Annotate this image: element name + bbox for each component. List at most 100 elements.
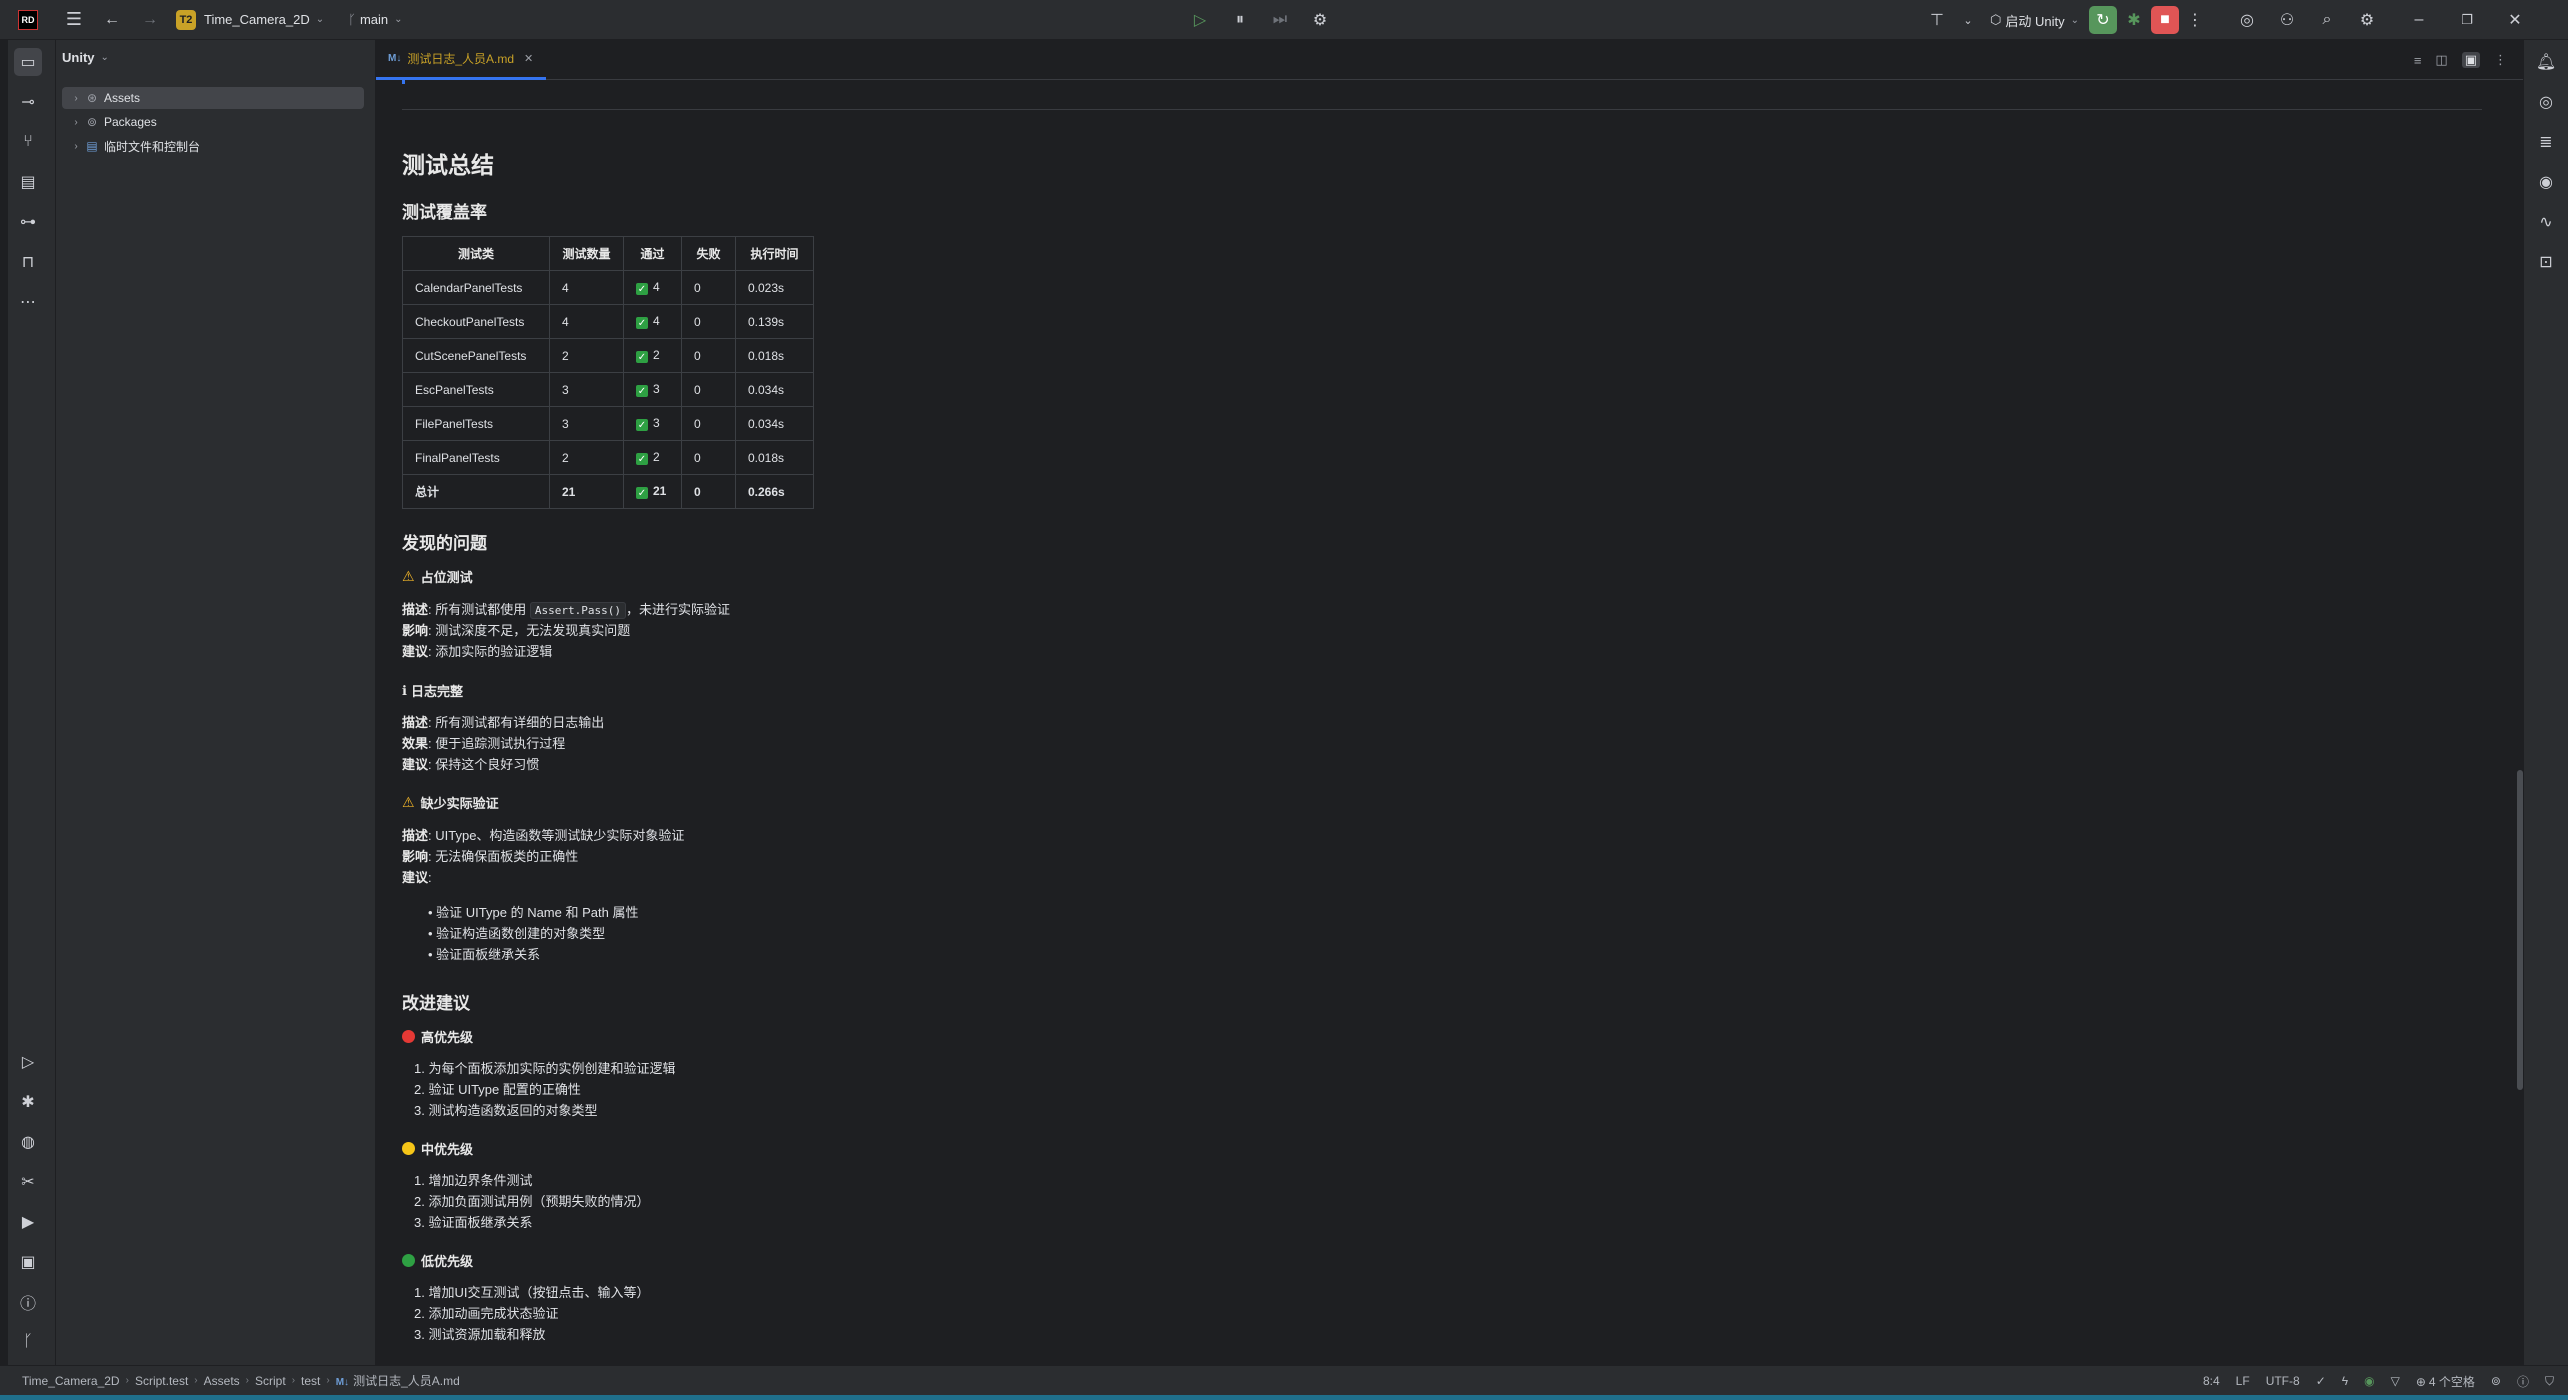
inspections-check-icon[interactable]: ✓ — [2316, 1374, 2326, 1388]
cut-off-previous-section — [402, 80, 2482, 110]
line-separator[interactable]: LF — [2236, 1374, 2250, 1388]
project-panel: Unity ⌄ › ⊛ Assets › ⊚ Packages › ▤ 临时文件… — [56, 40, 376, 1365]
stop-icon[interactable]: ■ — [2150, 6, 2179, 34]
pause-icon[interactable]: ⏸ — [1220, 0, 1260, 40]
breadcrumb-file[interactable]: M↓ 测试日志_人员A.md — [336, 1372, 460, 1389]
text: : 所有测试都有详细的日志输出 — [428, 715, 605, 730]
table-row: CutScenePanelTests 2 ✓ 2 0 0.018s — [402, 338, 814, 373]
table-cell: 0.018s — [735, 338, 814, 373]
tab-close-icon[interactable]: ✕ — [524, 52, 533, 65]
ai-assistant-icon[interactable]: ◎ — [2227, 0, 2267, 40]
issue-line: 描述: UIType、构造函数等测试缺少实际对象验证 — [402, 825, 684, 846]
file-encoding[interactable]: UTF-8 — [2266, 1374, 2300, 1388]
split-view-icon[interactable]: ◫ — [2435, 52, 2447, 68]
step-icon[interactable]: ⏭ — [1260, 0, 1300, 40]
services-icon[interactable]: ▶ — [14, 1208, 42, 1236]
table-row: FilePanelTests 3 ✓ 3 0 0.034s — [402, 406, 814, 441]
table-cell: ✓ 4 — [623, 270, 682, 305]
ai-chat-icon[interactable]: ◎ — [2532, 88, 2560, 116]
debug-icon[interactable]: ✱ — [14, 1088, 42, 1116]
indent-setting[interactable]: ⊕ 4 个空格 — [2416, 1373, 2475, 1390]
attach-debugger-icon[interactable]: ⚙ — [1300, 0, 1340, 40]
priority-title: 中优先级 — [421, 1142, 474, 1157]
table-header: 通过 — [623, 236, 682, 271]
unity-explorer-icon[interactable]: ⊶ — [14, 208, 42, 236]
editor-only-icon[interactable]: ≡ — [2414, 53, 2422, 68]
problems-icon[interactable]: ⓘ — [2517, 1373, 2529, 1390]
table-header-row: 测试类 测试数量 通过 失败 执行时间 — [402, 236, 814, 271]
restore-icon[interactable]: ❐ — [2443, 0, 2491, 40]
tree-item-label: 临时文件和控制台 — [104, 139, 201, 154]
chevron-right-icon[interactable]: › — [68, 141, 84, 152]
git-icon[interactable]: ᚴ — [14, 1328, 42, 1356]
run-tests-icon[interactable]: ▷ — [14, 1048, 42, 1076]
forward-arrow-icon[interactable]: → — [132, 0, 168, 40]
breadcrumb-item[interactable]: Script.test — [135, 1374, 188, 1388]
build-hammer-icon[interactable]: ⊤ — [1920, 0, 1954, 40]
vcs-shield-icon[interactable]: ▽ — [2391, 1374, 2400, 1388]
run-icon[interactable]: ▷ — [1180, 0, 1220, 40]
tree-item-assets[interactable]: › ⊛ Assets — [62, 87, 364, 109]
chevron-right-icon[interactable]: › — [68, 93, 84, 104]
table-cell: 4 — [549, 304, 624, 339]
breadcrumb-item[interactable]: Assets — [204, 1374, 240, 1388]
main-menu-icon[interactable]: ☰ — [56, 0, 92, 40]
warning-icon: ⚠ — [402, 794, 415, 810]
search-icon[interactable]: ⌕ — [2307, 0, 2347, 40]
shield-icon[interactable]: ⛉ — [2545, 1374, 2554, 1389]
chevron-right-icon[interactable]: › — [68, 117, 84, 128]
project-selector[interactable]: T2 Time_Camera_2D ⌄ — [176, 9, 324, 30]
copilot-status-icon[interactable]: ◉ — [2364, 1374, 2374, 1388]
breadcrumb-item[interactable]: test — [301, 1374, 320, 1388]
profiler-icon[interactable]: ◍ — [14, 1128, 42, 1156]
breadcrumb-item[interactable]: Time_Camera_2D — [22, 1374, 120, 1388]
heading-coverage: 测试覆盖率 — [402, 203, 487, 222]
activity-icon[interactable]: ∿ — [2532, 208, 2560, 236]
bookmarks-icon[interactable]: ⊓ — [14, 248, 42, 276]
power-save-icon[interactable]: ϟ — [2342, 1374, 2348, 1388]
rerun-icon[interactable]: ↻ — [2088, 6, 2117, 34]
text: : UIType、构造函数等测试缺少实际对象验证 — [428, 828, 685, 843]
more-vertical-icon[interactable]: ⋮ — [2179, 0, 2211, 40]
close-icon[interactable]: ✕ — [2491, 0, 2539, 40]
cursor-position[interactable]: 8:4 — [2203, 1374, 2220, 1388]
tab-md-file[interactable]: M↓ 测试日志_人员A.md ✕ — [376, 40, 546, 80]
table-cell: 0 — [681, 474, 736, 509]
priority-heading: 中优先级 — [402, 1139, 473, 1158]
add-user-icon[interactable]: ⚇ — [2267, 0, 2307, 40]
back-arrow-icon[interactable]: ← — [92, 0, 132, 40]
more-tools-icon[interactable]: ⋯ — [14, 288, 42, 316]
database-icon[interactable]: ≣ — [2532, 128, 2560, 156]
breadcrumb-item[interactable]: Script — [255, 1374, 286, 1388]
debug-bug-icon[interactable]: ✱ — [2117, 0, 2151, 40]
issue-title: 缺少实际验证 — [420, 796, 499, 811]
indent-icon: ⊕ — [2415, 1374, 2426, 1389]
settings-gear-icon[interactable]: ⚙ — [2347, 0, 2387, 40]
problems-icon[interactable]: ⓘ — [14, 1288, 42, 1316]
pull-requests-icon[interactable]: ⑂ — [14, 128, 42, 156]
notifications-bell-icon[interactable]: 🔔︎ — [2532, 48, 2560, 76]
run-config-selector[interactable]: ⬡ 启动 Unity ⌄ — [1990, 11, 2079, 30]
project-panel-header[interactable]: Unity ⌄ — [62, 50, 109, 65]
chevron-down-icon: ⌄ — [100, 52, 109, 63]
bullet-text: 验证构造函数创建的对象类型 — [436, 926, 606, 941]
project-folder-icon[interactable]: ▭ — [14, 48, 42, 76]
read-only-lock-icon[interactable]: ⊚ — [2491, 1374, 2501, 1388]
more-vertical-icon[interactable]: ⋮ — [2494, 52, 2507, 68]
tree-item-packages[interactable]: › ⊚ Packages — [62, 111, 364, 133]
minimize-icon[interactable]: – — [2395, 0, 2443, 40]
screenshot-icon[interactable]: ⊡ — [2532, 248, 2560, 276]
tree-item-scratches[interactable]: › ▤ 临时文件和控制台 — [62, 135, 364, 157]
table-cell: 3 — [549, 406, 624, 441]
copilot-icon[interactable]: ◉ — [2532, 168, 2560, 196]
build-tools-icon[interactable]: ✂ — [14, 1168, 42, 1196]
table-cell: ✓ 4 — [623, 304, 682, 339]
preview-only-icon[interactable]: ▣ — [2461, 52, 2480, 68]
commit-icon[interactable]: ⊸ — [14, 88, 42, 116]
chevron-right-icon: › — [125, 1375, 129, 1386]
terminal-icon[interactable]: ▣ — [14, 1248, 42, 1276]
red-circle-icon — [402, 1030, 415, 1043]
structure-icon[interactable]: ▤ — [14, 168, 42, 196]
chevron-down-icon[interactable]: ⌄ — [1954, 0, 1982, 40]
branch-selector[interactable]: ᚴ main ⌄ — [348, 12, 402, 27]
